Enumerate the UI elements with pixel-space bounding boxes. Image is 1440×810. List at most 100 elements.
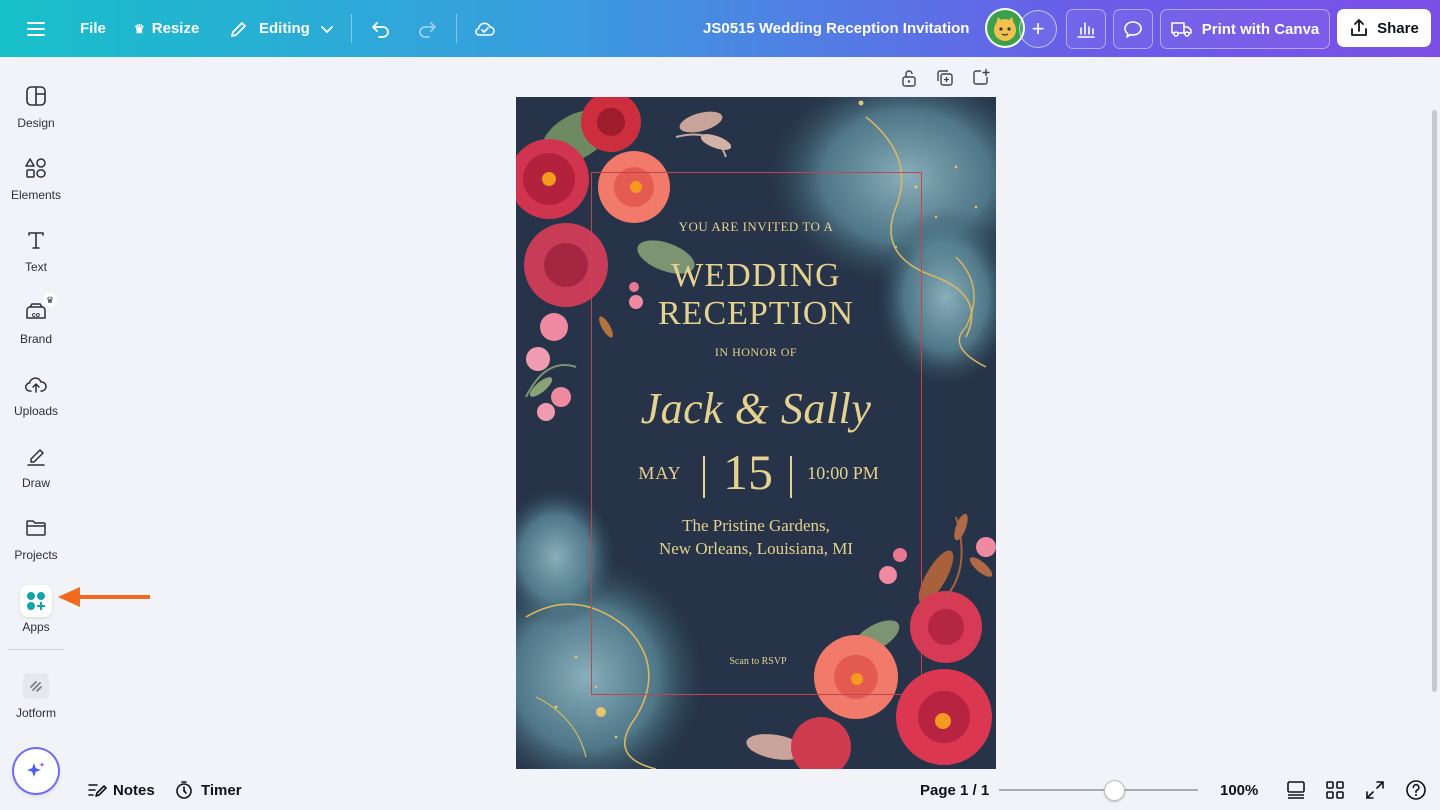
venue-line1[interactable]: The Pristine Gardens, xyxy=(516,516,996,536)
elements-icon xyxy=(21,153,51,183)
avatar-image xyxy=(987,10,1023,46)
upload-cloud-icon xyxy=(21,369,51,399)
page-layout-icon xyxy=(1287,781,1305,799)
comments-button[interactable] xyxy=(1113,9,1153,49)
zoom-percentage-button[interactable]: 100% xyxy=(1220,775,1258,805)
sidebar-item-projects[interactable]: Projects xyxy=(0,503,72,563)
cloud-check-icon xyxy=(475,22,495,36)
share-upload-icon xyxy=(1351,19,1368,36)
venue-line2[interactable]: New Orleans, Louisiana, MI xyxy=(516,539,996,559)
editing-mode-dropdown[interactable]: Editing xyxy=(229,0,334,57)
apps-icon xyxy=(20,585,52,617)
sidebar-item-label: Uploads xyxy=(13,404,59,418)
sidebar-item-text[interactable]: Text xyxy=(0,215,72,275)
resize-button[interactable]: ♛ Resize xyxy=(134,0,199,57)
sidebar-item-label: Jotform xyxy=(15,706,56,720)
vertical-scrollbar[interactable] xyxy=(1432,110,1437,692)
duplicate-icon xyxy=(937,70,953,86)
share-label: Share xyxy=(1377,19,1419,37)
sidebar-item-elements[interactable]: Elements xyxy=(0,143,72,203)
draw-pen-icon xyxy=(21,441,51,471)
file-menu-button[interactable]: File xyxy=(80,0,106,57)
notes-button[interactable]: Notes xyxy=(87,775,155,805)
couple-names[interactable]: Jack & Sally xyxy=(516,383,996,434)
sidebar-item-label: Design xyxy=(17,116,55,130)
folder-icon xyxy=(21,513,51,543)
grid-view-button[interactable] xyxy=(1326,775,1344,805)
sidebar-item-label: Elements xyxy=(10,188,62,202)
event-time[interactable]: 10:00 PM xyxy=(796,463,890,484)
page-indicator-button[interactable]: Page 1 / 1 xyxy=(920,775,989,805)
crown-badge-icon: ♛ xyxy=(43,293,57,307)
toolbar-divider xyxy=(351,14,352,43)
print-with-canva-button[interactable]: Print with Canva xyxy=(1160,9,1330,49)
notes-label: Notes xyxy=(113,781,155,799)
zoom-slider-thumb[interactable] xyxy=(1104,780,1125,801)
save-status-button[interactable] xyxy=(473,0,497,57)
in-honor-text[interactable]: IN HONOR OF xyxy=(516,345,996,360)
page-view-button[interactable] xyxy=(1286,775,1306,805)
insights-button[interactable] xyxy=(1066,9,1106,49)
date-month[interactable]: MAY xyxy=(612,463,708,484)
date-divider-left xyxy=(703,456,705,498)
jotform-icon xyxy=(23,673,49,699)
invitation-card[interactable]: YOU ARE INVITED TO A WEDDING RECEPTION I… xyxy=(516,97,996,769)
duplicate-page-button[interactable] xyxy=(934,67,956,89)
date-divider-right xyxy=(790,456,792,498)
magic-assistant-button[interactable] xyxy=(14,749,58,793)
grid-icon xyxy=(1326,781,1344,799)
plus-icon: + xyxy=(1031,16,1045,41)
sidebar-divider xyxy=(8,649,64,650)
comment-icon xyxy=(1124,21,1142,38)
print-label: Print with Canva xyxy=(1201,20,1320,38)
sidebar-item-label: Brand xyxy=(19,332,53,346)
event-title-line1[interactable]: WEDDING xyxy=(516,257,996,295)
text-icon xyxy=(21,225,51,255)
sidebar-item-label: Text xyxy=(24,260,47,274)
sidebar-item-design[interactable]: Design xyxy=(0,71,72,131)
main-menu-button[interactable] xyxy=(26,0,46,57)
redo-icon xyxy=(419,21,436,38)
date-day[interactable]: 15 xyxy=(708,443,788,501)
brand-icon: co ♛ xyxy=(21,293,57,327)
sidebar-item-draw[interactable]: Draw xyxy=(0,431,72,491)
sidebar-item-uploads[interactable]: Uploads xyxy=(0,359,72,419)
help-button[interactable] xyxy=(1405,775,1427,805)
expand-icon xyxy=(1366,781,1384,799)
help-icon xyxy=(1406,780,1426,800)
editing-label: Editing xyxy=(259,20,310,37)
fullscreen-button[interactable] xyxy=(1366,775,1384,805)
notes-pencil-icon xyxy=(88,784,107,797)
undo-button[interactable] xyxy=(370,0,392,57)
toolbar-divider xyxy=(456,14,457,43)
sidebar-item-label: Draw xyxy=(21,476,50,490)
top-toolbar: File ♛ Resize Editing JS0515 Wedding Rec… xyxy=(0,0,1440,57)
add-page-icon xyxy=(973,69,990,85)
share-button[interactable]: Share xyxy=(1337,9,1431,47)
svg-text:co: co xyxy=(32,312,40,319)
crown-icon: ♛ xyxy=(134,21,145,36)
pencil-icon xyxy=(231,21,246,37)
redo-button[interactable] xyxy=(416,0,438,57)
add-collaborator-button[interactable]: + xyxy=(1019,10,1057,48)
annotation-arrow-icon xyxy=(58,587,150,607)
bar-chart-icon xyxy=(1077,22,1095,38)
lock-icon xyxy=(902,70,916,87)
sparkle-icon xyxy=(27,762,45,777)
sidebar-item-brand[interactable]: co ♛ Brand xyxy=(0,287,72,347)
zoom-slider-track[interactable] xyxy=(999,789,1198,791)
left-sidebar: Design Elements Text co ♛ Brand Uploads … xyxy=(0,57,72,810)
document-title[interactable]: JS0515 Wedding Reception Invitation xyxy=(703,0,969,57)
sidebar-item-jotform[interactable]: Jotform xyxy=(0,663,72,723)
invite-intro-text[interactable]: YOU ARE INVITED TO A xyxy=(516,219,996,235)
timer-button[interactable]: Timer xyxy=(175,775,242,805)
add-page-button[interactable] xyxy=(970,66,992,88)
lock-page-button[interactable] xyxy=(898,67,920,89)
rsvp-text[interactable]: Scan to RSVP xyxy=(518,656,996,667)
sidebar-item-label: Projects xyxy=(14,548,58,562)
design-icon xyxy=(21,81,51,111)
hamburger-icon xyxy=(27,21,45,36)
chevron-down-icon xyxy=(320,25,333,33)
event-title-line2[interactable]: RECEPTION xyxy=(516,295,996,333)
sidebar-item-label: Apps xyxy=(22,620,50,634)
